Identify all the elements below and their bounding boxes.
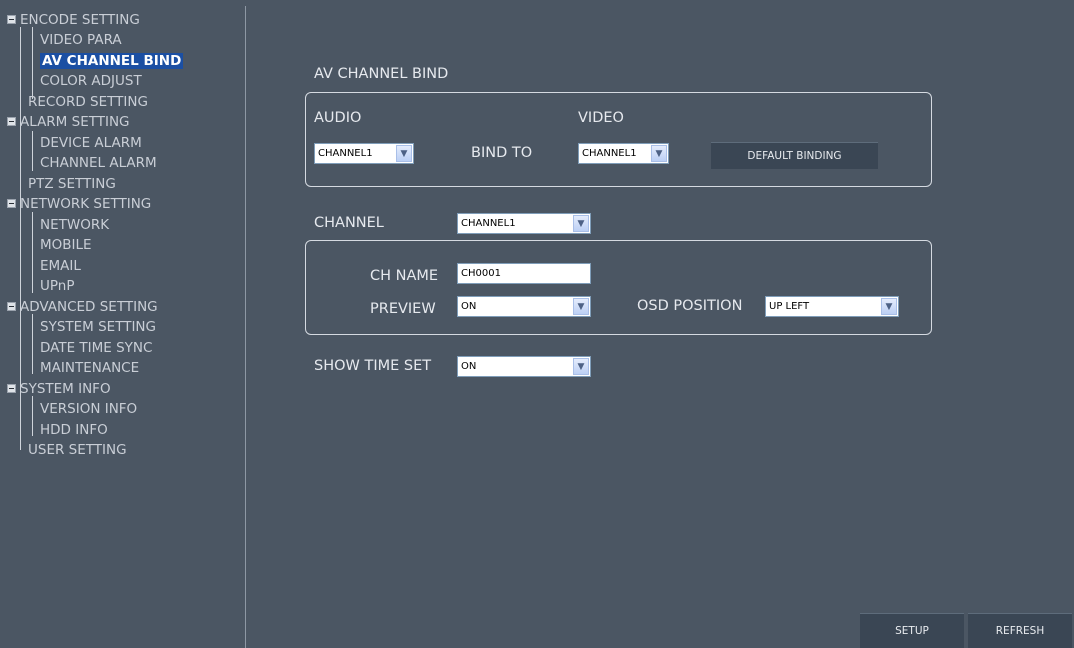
tree-item-alarm-setting[interactable]: ALARM SETTING bbox=[7, 113, 130, 131]
av-bind-group bbox=[305, 92, 932, 187]
default-binding-button[interactable]: DEFAULT BINDING bbox=[711, 142, 878, 169]
tree-item-email[interactable]: EMAIL bbox=[32, 257, 81, 275]
osd-position-select[interactable]: UP LEFT ▼ bbox=[765, 296, 899, 317]
chevron-down-icon[interactable]: ▼ bbox=[396, 145, 412, 162]
audio-channel-select[interactable]: CHANNEL1 ▼ bbox=[314, 143, 414, 164]
chevron-down-icon[interactable]: ▼ bbox=[573, 215, 589, 232]
section-title: AV CHANNEL BIND bbox=[314, 66, 449, 82]
collapse-icon[interactable] bbox=[7, 117, 16, 126]
tree-item-network-setting[interactable]: NETWORK SETTING bbox=[7, 195, 151, 213]
tree-item-channel-alarm[interactable]: CHANNEL ALARM bbox=[32, 154, 157, 172]
chevron-down-icon[interactable]: ▼ bbox=[651, 145, 667, 162]
ch-name-input[interactable]: CH0001 bbox=[457, 263, 591, 284]
tree-item-encode-setting[interactable]: ENCODE SETTING bbox=[7, 11, 140, 29]
tree-item-record-setting[interactable]: RECORD SETTING bbox=[20, 93, 148, 111]
chevron-down-icon[interactable]: ▼ bbox=[573, 358, 589, 375]
show-time-set-label: SHOW TIME SET bbox=[314, 358, 432, 374]
tree-item-user-setting[interactable]: USER SETTING bbox=[20, 441, 127, 459]
settings-tree: ENCODE SETTING VIDEO PARA AV CHANNEL BIN… bbox=[6, 6, 246, 648]
tree-item-device-alarm[interactable]: DEVICE ALARM bbox=[32, 134, 142, 152]
audio-label: AUDIO bbox=[314, 110, 362, 126]
chevron-down-icon[interactable]: ▼ bbox=[881, 298, 897, 315]
tree-item-maintenance[interactable]: MAINTENANCE bbox=[32, 359, 139, 377]
tree-item-system-setting[interactable]: SYSTEM SETTING bbox=[32, 318, 156, 336]
tree-item-video-para[interactable]: VIDEO PARA bbox=[32, 31, 122, 49]
video-channel-select[interactable]: CHANNEL1 ▼ bbox=[578, 143, 669, 164]
channel-settings-group bbox=[305, 240, 932, 335]
video-label: VIDEO bbox=[578, 110, 624, 126]
tree-item-mobile[interactable]: MOBILE bbox=[32, 236, 92, 254]
preview-select[interactable]: ON ▼ bbox=[457, 296, 591, 317]
tree-item-date-time-sync[interactable]: DATE TIME SYNC bbox=[32, 339, 152, 357]
setup-button[interactable]: SETUP bbox=[860, 613, 964, 648]
tree-item-color-adjust[interactable]: COLOR ADJUST bbox=[32, 72, 142, 90]
tree-item-hdd-info[interactable]: HDD INFO bbox=[32, 421, 108, 439]
tree-item-advanced-setting[interactable]: ADVANCED SETTING bbox=[7, 298, 158, 316]
ch-name-label: CH NAME bbox=[370, 268, 439, 284]
chevron-down-icon[interactable]: ▼ bbox=[573, 298, 589, 315]
show-time-select[interactable]: ON ▼ bbox=[457, 356, 591, 377]
tree-item-system-info[interactable]: SYSTEM INFO bbox=[7, 380, 111, 398]
channel-label: CHANNEL bbox=[314, 215, 384, 231]
tree-item-version-info[interactable]: VERSION INFO bbox=[32, 400, 137, 418]
bind-to-label: BIND TO bbox=[471, 145, 533, 161]
preview-label: PREVIEW bbox=[370, 301, 436, 317]
tree-item-upnp[interactable]: UPnP bbox=[32, 277, 74, 295]
tree-item-network[interactable]: NETWORK bbox=[32, 216, 109, 234]
osd-position-label: OSD POSITION bbox=[637, 298, 743, 314]
collapse-icon[interactable] bbox=[7, 384, 16, 393]
refresh-button[interactable]: REFRESH bbox=[968, 613, 1072, 648]
tree-item-av-channel-bind[interactable]: AV CHANNEL BIND bbox=[40, 52, 184, 70]
collapse-icon[interactable] bbox=[7, 302, 16, 311]
collapse-icon[interactable] bbox=[7, 199, 16, 208]
channel-select[interactable]: CHANNEL1 ▼ bbox=[457, 213, 591, 234]
tree-item-ptz-setting[interactable]: PTZ SETTING bbox=[20, 175, 116, 193]
collapse-icon[interactable] bbox=[7, 15, 16, 24]
